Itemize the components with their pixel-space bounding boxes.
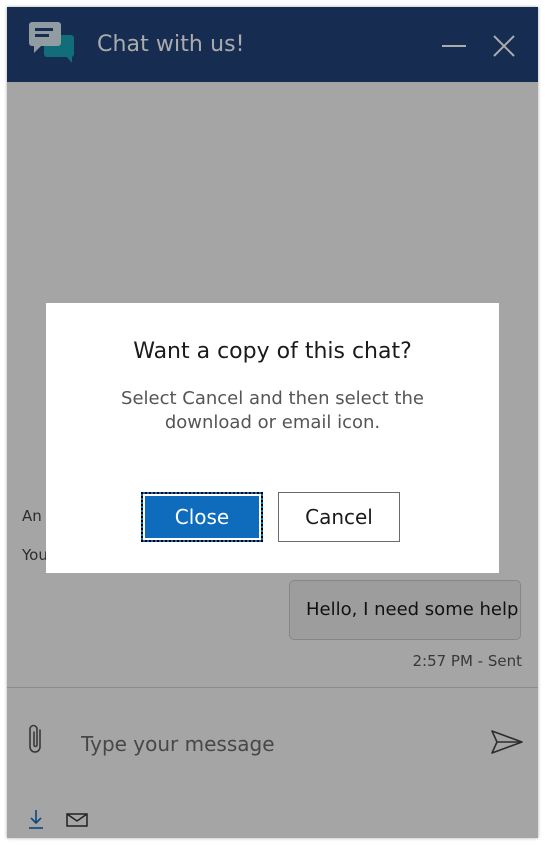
chat-window: Chat with us! An You Hello, I need some …	[7, 7, 538, 838]
cancel-button[interactable]: Cancel	[278, 492, 400, 542]
close-button[interactable]: Close	[141, 492, 263, 542]
dialog-title: Want a copy of this chat?	[133, 339, 412, 364]
save-chat-dialog: Want a copy of this chat? Select Cancel …	[46, 303, 499, 573]
dialog-message: Select Cancel and then select the downlo…	[121, 388, 424, 433]
